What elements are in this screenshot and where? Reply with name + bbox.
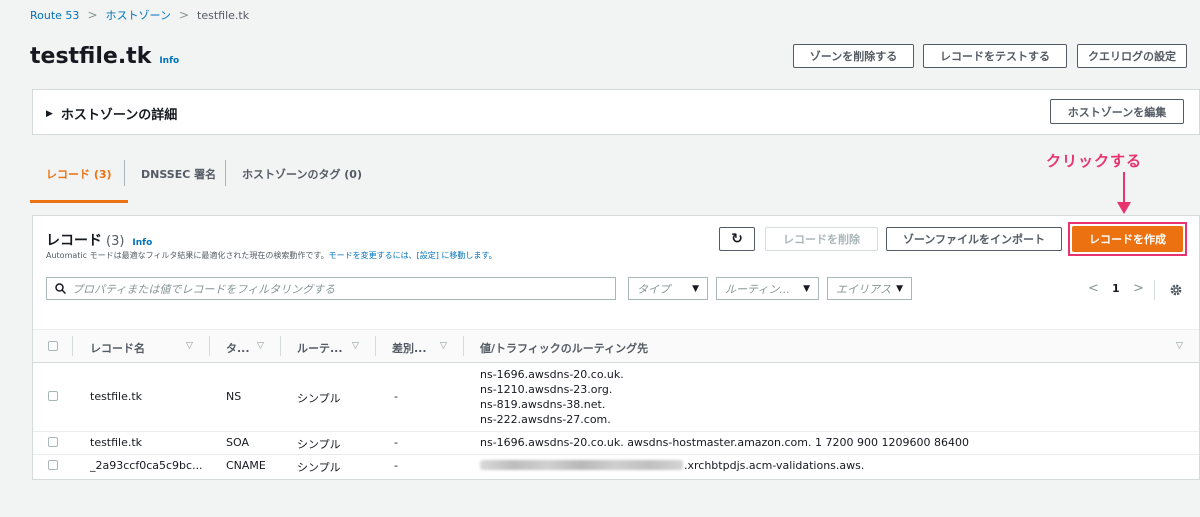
record-type: NS — [226, 390, 242, 403]
record-differentiator: - — [394, 459, 398, 472]
routing-filter-select[interactable]: ルーティン... ▼ — [716, 277, 819, 300]
sort-icon[interactable]: ▽ — [440, 341, 447, 351]
page-title-row: testfile.tk Info — [30, 44, 179, 69]
column-divider — [72, 336, 73, 356]
details-title: ホストゾーンの詳細 — [60, 108, 178, 123]
sort-icon[interactable]: ▽ — [257, 341, 264, 351]
record-value: .xrchbtpdjs.acm-validations.aws. — [684, 459, 865, 472]
caret-down-icon: ▼ — [803, 283, 810, 294]
type-filter-select[interactable]: タイプ ▼ — [628, 277, 708, 300]
row-checkbox[interactable] — [48, 437, 58, 447]
chevron-right-icon: > — [178, 8, 190, 22]
record-type: CNAME — [226, 459, 266, 472]
record-value: ns-1696.awsdns-20.co.uk. awsdns-hostmast… — [480, 436, 969, 449]
records-title: レコード — [46, 233, 102, 249]
record-name: _2a93ccf0ca5c9bc... — [90, 459, 203, 472]
column-value[interactable]: 値/トラフィックのルーティング先 — [480, 340, 648, 356]
row-checkbox[interactable] — [48, 391, 58, 401]
delete-record-button[interactable]: レコードを削除 — [765, 227, 878, 251]
row-divider — [33, 431, 1199, 432]
sort-icon[interactable]: ▽ — [352, 341, 359, 351]
pagination-prev[interactable]: < — [1088, 281, 1099, 296]
redacted-value — [480, 460, 683, 470]
hosted-zone-details-panel: ▶ ホストゾーンの詳細 — [32, 89, 1200, 135]
description-link-text: モードを変更するには、 — [328, 251, 417, 260]
refresh-icon: ↻ — [731, 231, 743, 247]
create-record-highlight — [1068, 222, 1187, 256]
record-name: testfile.tk — [90, 436, 143, 449]
column-divider — [375, 336, 376, 356]
refresh-button[interactable]: ↻ — [719, 227, 755, 251]
breadcrumb: Route 53 > ホストゾーン > testfile.tk — [30, 7, 249, 23]
column-record-name[interactable]: レコード名 — [90, 340, 145, 356]
column-divider — [463, 336, 464, 356]
details-header[interactable]: ▶ ホストゾーンの詳細 — [46, 104, 177, 123]
edit-hosted-zone-button[interactable]: ホストゾーンを編集 — [1050, 99, 1184, 124]
record-differentiator: - — [394, 436, 398, 449]
column-divider — [280, 336, 281, 356]
records-info-link[interactable]: Info — [132, 238, 152, 248]
tab-divider — [124, 160, 125, 186]
delete-zone-button[interactable]: ゾーンを削除する — [793, 44, 914, 68]
record-value: ns-1210.awsdns-23.org. — [480, 383, 613, 396]
alias-filter-select[interactable]: エイリアス ▼ — [827, 277, 912, 300]
import-zone-file-button[interactable]: ゾーンファイルをインポート — [886, 227, 1062, 251]
search-icon — [55, 283, 66, 294]
records-heading: レコード (3) Info — [46, 230, 152, 250]
expand-triangle-icon: ▶ — [46, 108, 53, 119]
active-tab-indicator — [30, 200, 128, 203]
settings-link[interactable]: [設定] — [417, 251, 439, 260]
tab-dnssec[interactable]: DNSSEC 署名 — [141, 166, 216, 182]
records-description: Automatic モードは最適なフィルタ結果に最適化された現在の検索動作です。… — [46, 250, 497, 261]
column-divider — [209, 336, 210, 356]
tab-divider — [225, 160, 226, 186]
record-value: ns-222.awsdns-27.com. — [480, 413, 611, 426]
record-type: SOA — [226, 436, 249, 449]
type-filter-label: タイプ — [637, 282, 670, 296]
click-annotation: クリックする — [1046, 152, 1143, 170]
title-info-link[interactable]: Info — [159, 56, 179, 66]
pagination-page[interactable]: 1 — [1112, 282, 1120, 295]
arrow-down-icon — [1117, 172, 1131, 214]
row-checkbox[interactable] — [48, 460, 58, 470]
breadcrumb-hosted-zones[interactable]: ホストゾーン — [106, 7, 171, 23]
row-divider — [33, 454, 1199, 455]
record-filter-search[interactable]: プロパティまたは値でレコードをフィルタリングする — [46, 277, 616, 300]
alias-filter-label: エイリアス — [836, 282, 891, 296]
column-differentiator[interactable]: 差別... — [392, 340, 427, 356]
sort-icon[interactable]: ▽ — [186, 341, 193, 351]
records-count: (3) — [106, 234, 125, 249]
page-title: testfile.tk — [30, 44, 152, 69]
sort-icon[interactable]: ▽ — [1176, 341, 1183, 351]
record-routing: シンプル — [297, 392, 341, 405]
routing-filter-label: ルーティン... — [725, 282, 790, 296]
description-tail: に移動します。 — [438, 251, 497, 260]
tab-records[interactable]: レコード (3) — [46, 166, 112, 182]
search-placeholder: プロパティまたは値でレコードをフィルタリングする — [72, 282, 336, 296]
caret-down-icon: ▼ — [692, 283, 699, 294]
query-log-button[interactable]: クエリログの設定 — [1077, 44, 1187, 68]
table-header-border — [33, 362, 1199, 363]
caret-down-icon: ▼ — [896, 283, 903, 294]
record-name: testfile.tk — [90, 390, 143, 403]
record-differentiator: - — [394, 390, 398, 403]
pagination-divider — [1154, 280, 1155, 300]
select-all-checkbox[interactable] — [48, 341, 58, 351]
breadcrumb-route53[interactable]: Route 53 — [30, 9, 79, 22]
record-value: ns-1696.awsdns-20.co.uk. — [480, 368, 624, 381]
chevron-right-icon: > — [87, 8, 98, 22]
record-routing: シンプル — [297, 461, 341, 474]
column-routing[interactable]: ルーテ... — [297, 340, 343, 356]
gear-icon[interactable] — [1169, 283, 1183, 297]
record-value: ns-819.awsdns-38.net. — [480, 398, 606, 411]
column-type[interactable]: タ... — [226, 340, 250, 356]
tab-tags[interactable]: ホストゾーンのタグ (0) — [242, 166, 362, 182]
test-record-button[interactable]: レコードをテストする — [923, 44, 1067, 68]
description-text: Automatic モードは最適なフィルタ結果に最適化された現在の検索動作です。 — [46, 251, 329, 260]
pagination-next[interactable]: > — [1133, 281, 1144, 296]
record-routing: シンプル — [297, 438, 341, 451]
breadcrumb-current: testfile.tk — [197, 8, 250, 22]
